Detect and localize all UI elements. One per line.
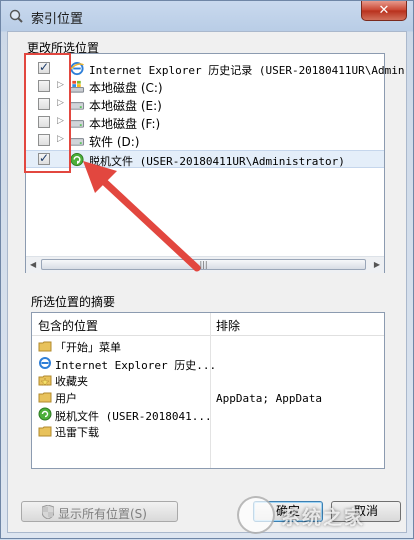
checkbox-drive-e[interactable]: [38, 98, 50, 110]
tree-item-label: 本地磁盘 (E:): [89, 99, 162, 113]
list-item: 「开始」菜单: [38, 338, 208, 355]
folder-icon: [38, 392, 52, 403]
drive-icon: [69, 102, 85, 110]
list-item: 用户: [38, 389, 208, 406]
tree-item-ie-history[interactable]: Internet Explorer 历史记录 (USER-20180411UR\…: [26, 60, 405, 78]
list-item-label: 用户: [55, 392, 77, 405]
tree-item-drive-c[interactable]: ▷ 本地磁盘 (C:): [26, 78, 384, 96]
search-index-icon: [9, 9, 23, 23]
watermark: 系统之家: [237, 490, 414, 540]
summary-label: 所选位置的摘要: [31, 295, 116, 309]
list-item-label: 「开始」菜单: [55, 341, 121, 354]
summary-header: 包含的位置 排除: [32, 313, 384, 336]
list-item-label: 脱机文件 (USER-2018041...: [55, 410, 212, 423]
ie-icon: [39, 357, 51, 369]
watermark-text: 系统之家: [281, 507, 366, 529]
tree-item-label: 软件 (D:): [89, 135, 140, 149]
tree-item-label: 本地磁盘 (F:): [89, 117, 161, 131]
expand-arrow-icon[interactable]: ▷: [57, 134, 64, 144]
show-all-label: 显示所有位置(S): [58, 507, 147, 521]
indexed-locations-window: 索引位置 ✕ 更改所选位置 Internet Explorer 历史记录 (US…: [0, 0, 414, 539]
favorites-folder-icon: [38, 375, 52, 387]
watermark-logo-icon: [237, 496, 275, 534]
list-item: 收藏夹: [38, 372, 208, 389]
folder-icon: [38, 426, 52, 437]
exclude-value: AppData; AppData: [216, 392, 322, 405]
ie-icon: [69, 61, 84, 76]
list-item: 脱机文件 (USER-2018041...: [38, 406, 212, 423]
show-all-locations-button[interactable]: 显示所有位置(S): [21, 501, 178, 522]
list-item: 迅雷下载: [38, 423, 208, 440]
folder-icon: [38, 341, 52, 352]
drive-icon: [69, 120, 85, 128]
window-title: 索引位置: [31, 12, 84, 27]
close-button[interactable]: ✕: [361, 1, 407, 21]
shield-icon: [42, 505, 54, 519]
expand-arrow-icon[interactable]: ▷: [57, 98, 64, 108]
list-item-label: 收藏夹: [55, 375, 88, 388]
checkbox-offline-files[interactable]: [38, 151, 50, 165]
tree-item-label: Internet Explorer 历史记录 (USER-20180411UR\…: [89, 64, 405, 77]
close-icon: ✕: [378, 3, 390, 18]
expand-arrow-icon[interactable]: ▷: [57, 116, 64, 126]
list-item-label: 迅雷下载: [55, 426, 99, 439]
summary-list: 包含的位置 排除 「开始」菜单 Internet Explorer 历史... …: [31, 312, 385, 469]
list-item: Internet Explorer 历史...: [38, 355, 216, 372]
tree-item-drive-e[interactable]: ▷ 本地磁盘 (E:): [26, 96, 384, 114]
checkbox-drive-f[interactable]: [38, 116, 50, 128]
scroll-right-icon[interactable]: ▶: [374, 260, 380, 269]
list-item-label: Internet Explorer 历史...: [55, 359, 217, 372]
checkbox-drive-c[interactable]: [38, 80, 50, 92]
column-header-exclude[interactable]: 排除: [216, 317, 240, 334]
tree-item-label: 本地磁盘 (C:): [89, 81, 163, 95]
offline-files-icon: [38, 407, 52, 421]
column-header-included[interactable]: 包含的位置: [38, 317, 98, 334]
tree-item-drive-d[interactable]: ▷ 软件 (D:): [26, 132, 384, 150]
tree-item-drive-f[interactable]: ▷ 本地磁盘 (F:): [26, 114, 384, 132]
column-divider: [210, 313, 211, 468]
scroll-left-icon[interactable]: ◀: [30, 260, 36, 269]
drive-icon: [69, 138, 85, 146]
annotation-arrow: [83, 161, 201, 272]
checkbox-ie-history[interactable]: [38, 60, 50, 74]
expand-arrow-icon[interactable]: ▷: [57, 80, 64, 90]
title-bar: 索引位置 ✕: [1, 1, 413, 31]
checkbox-drive-d[interactable]: [38, 134, 50, 146]
windows-drive-icon: [69, 80, 85, 93]
